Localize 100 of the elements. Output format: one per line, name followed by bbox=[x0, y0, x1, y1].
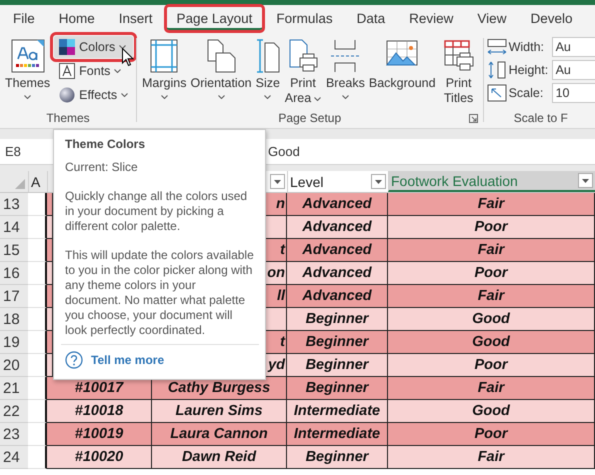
table-cell: on bbox=[266, 262, 287, 285]
dialog-launcher-icon[interactable] bbox=[468, 114, 478, 122]
table-cell bbox=[266, 216, 287, 239]
table-cell: Laura Cannon bbox=[152, 423, 287, 446]
ribbon-tab[interactable]: Home bbox=[46, 5, 107, 32]
table-cell: n bbox=[266, 193, 287, 216]
ribbon-menu-button[interactable]: Colors bbox=[54, 36, 134, 58]
table-cell: Advanced bbox=[287, 193, 388, 216]
themes-icon bbox=[10, 38, 45, 74]
table-cell: Beginner bbox=[287, 377, 388, 400]
table-cell bbox=[28, 216, 47, 239]
row-number: 13 bbox=[0, 193, 28, 216]
table-cell: Poor bbox=[388, 354, 595, 377]
page-size-icon bbox=[256, 38, 280, 74]
effects-icon bbox=[59, 87, 76, 103]
table-cell: Beginner bbox=[287, 446, 388, 469]
tooltip-title: Theme Colors bbox=[65, 137, 146, 151]
row-number: 20 bbox=[0, 354, 28, 377]
ribbon-menu-button[interactable]: Fonts bbox=[54, 60, 134, 82]
ribbon-menu-button[interactable]: Effects bbox=[54, 84, 134, 106]
ribbon-button[interactable]: Background bbox=[366, 34, 438, 91]
filter-dropdown-icon[interactable] bbox=[578, 173, 593, 188]
table-cell: Advanced bbox=[287, 285, 388, 308]
tooltip-text: Quickly change all the colors used in your document by picking a different color palette. bbox=[65, 189, 248, 234]
header-text: A bbox=[31, 174, 40, 190]
mouse-pointer-icon bbox=[122, 48, 134, 67]
table-cell: Advanced bbox=[287, 216, 388, 239]
header-text: Level bbox=[290, 174, 324, 190]
row-number: 24 bbox=[0, 446, 28, 469]
group-label: Scale to F bbox=[512, 111, 569, 125]
table-cell: Poor bbox=[388, 423, 595, 446]
width-icon bbox=[486, 39, 507, 55]
row-number: 18 bbox=[0, 308, 28, 331]
row-number: 23 bbox=[0, 423, 28, 446]
table-cell bbox=[28, 239, 47, 262]
input-field[interactable]: 10 bbox=[552, 83, 595, 103]
table-cell: Intermediate bbox=[287, 400, 388, 423]
margins-icon bbox=[150, 38, 178, 74]
table-cell: Fair bbox=[388, 446, 595, 469]
ribbon-button[interactable]: Orientation bbox=[188, 34, 254, 99]
table-cell: Beginner bbox=[287, 308, 388, 331]
table-cell: Beginner bbox=[287, 331, 388, 354]
ribbon-tab[interactable]: Data bbox=[344, 5, 398, 32]
table-cell: ll bbox=[266, 285, 287, 308]
formula-field[interactable]: Good bbox=[268, 144, 300, 159]
row-number: 21 bbox=[0, 377, 28, 400]
ribbon-button[interactable]: Size bbox=[254, 34, 282, 99]
ribbon-button[interactable]: Print Area bbox=[282, 34, 324, 106]
height-icon bbox=[486, 61, 507, 79]
table-cell: Lauren Sims bbox=[152, 400, 287, 423]
group-label: Themes bbox=[45, 111, 91, 125]
ribbon-button[interactable]: Breaks bbox=[324, 34, 367, 99]
table-cell bbox=[28, 262, 47, 285]
ribbon-button[interactable]: Margins bbox=[140, 34, 188, 99]
row-number: 19 bbox=[0, 331, 28, 354]
font-icon bbox=[59, 63, 76, 79]
help-icon bbox=[65, 351, 83, 369]
table-cell bbox=[28, 331, 47, 354]
table-cell bbox=[28, 377, 47, 400]
ribbon-tab[interactable]: Page Layout bbox=[164, 5, 264, 32]
field-label: Height: bbox=[508, 63, 550, 77]
row-number: 22 bbox=[0, 400, 28, 423]
table-cell: Fair bbox=[388, 285, 595, 308]
table-cell: Poor bbox=[388, 262, 595, 285]
tell-me-more-link[interactable]: Tell me more bbox=[91, 353, 164, 367]
input-field[interactable]: Au bbox=[552, 37, 595, 57]
ribbon-tab[interactable]: Insert bbox=[106, 5, 165, 32]
header-text: Footwork Evaluation bbox=[391, 172, 518, 188]
row-number: 14 bbox=[0, 216, 28, 239]
table-cell: #10019 bbox=[47, 423, 152, 446]
ribbon-tab[interactable]: Review bbox=[397, 5, 466, 32]
filter-dropdown-icon[interactable] bbox=[371, 174, 386, 189]
group-label: Page Setup bbox=[278, 111, 342, 125]
table-cell: #10020 bbox=[47, 446, 152, 469]
table-cell bbox=[28, 285, 47, 308]
ribbon-tab[interactable]: Develo bbox=[518, 5, 574, 32]
ribbon-tab[interactable]: File bbox=[1, 5, 47, 32]
filter-dropdown-icon[interactable] bbox=[270, 174, 285, 189]
print-area-icon bbox=[288, 38, 318, 74]
table-cell: #10018 bbox=[47, 400, 152, 423]
ribbon-tab[interactable]: Formulas bbox=[264, 5, 345, 32]
table-cell: t bbox=[266, 239, 287, 262]
table-cell bbox=[28, 354, 47, 377]
color-palette-icon bbox=[59, 39, 76, 55]
table-cell: Poor bbox=[388, 216, 595, 239]
scale-icon bbox=[486, 84, 507, 102]
ribbon-button[interactable]: Print Titles bbox=[438, 34, 480, 106]
row-number: 16 bbox=[0, 262, 28, 285]
table-cell: Good bbox=[388, 331, 595, 354]
table-cell: t bbox=[266, 331, 287, 354]
column-header[interactable]: Footwork Evaluation bbox=[388, 171, 595, 192]
column-header[interactable]: Level bbox=[287, 171, 388, 192]
pages-icon bbox=[206, 38, 236, 74]
input-field[interactable]: Au bbox=[552, 60, 595, 80]
table-cell: Good bbox=[388, 400, 595, 423]
table-cell: Intermediate bbox=[287, 423, 388, 446]
tooltip-text: Current: Slice bbox=[65, 160, 139, 175]
themes-button[interactable]: Themes bbox=[3, 34, 52, 99]
ribbon-tab[interactable]: View bbox=[465, 5, 518, 32]
row-number: 15 bbox=[0, 239, 28, 262]
